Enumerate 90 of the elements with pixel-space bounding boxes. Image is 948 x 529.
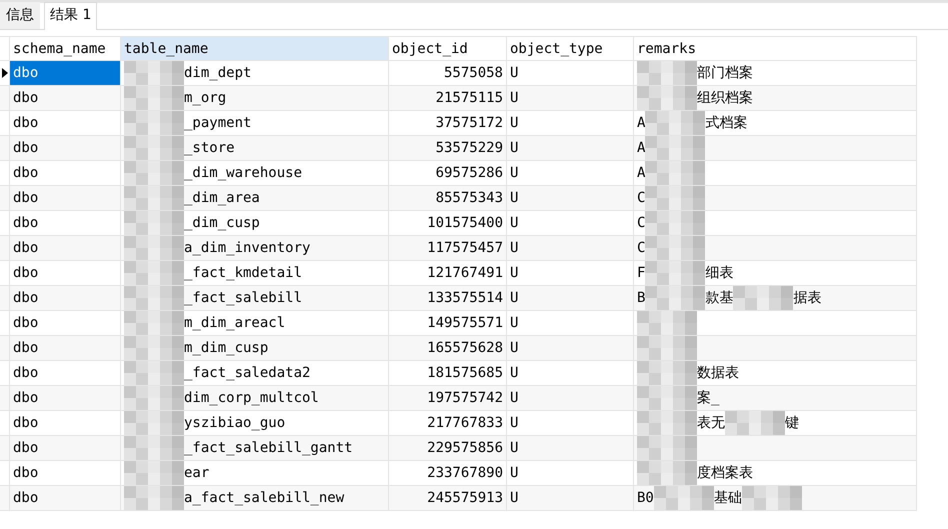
table-cell: 229575856 — [389, 436, 507, 461]
cell-text: 部门档案 — [697, 64, 753, 82]
column-header[interactable]: object_id — [389, 36, 507, 61]
row-header — [0, 486, 10, 511]
row-header — [0, 136, 10, 161]
table-cell: dbo — [10, 236, 121, 261]
table-cell: dbo — [10, 336, 121, 361]
table-cell: dbo — [10, 86, 121, 111]
table-cell: 133575514 — [389, 286, 507, 311]
row-header — [0, 311, 10, 336]
row-header — [0, 261, 10, 286]
row-header — [0, 436, 10, 461]
cell-text: 细表 — [705, 264, 734, 282]
tab[interactable]: 结果 1 — [44, 2, 98, 30]
table-cell: dbo — [10, 286, 121, 311]
cell-text: _fact_saledata2 — [184, 365, 310, 381]
cell-text: a_dim_inventory — [184, 240, 310, 256]
table-cell: U — [507, 336, 634, 361]
cell-text: A — [637, 165, 646, 181]
table-cell: 21575115 — [389, 86, 507, 111]
row-header — [0, 211, 10, 236]
cell-text: B0 — [637, 490, 654, 506]
table-cell: 245575913 — [389, 486, 507, 511]
cell-text: m_dim_areacl — [184, 315, 286, 331]
column-header[interactable]: remarks — [634, 36, 917, 61]
table-cell: dbo — [10, 436, 121, 461]
cell-text: _fact_kmdetail — [184, 265, 302, 281]
table-cell: U — [507, 386, 634, 411]
cell-text: _fact_salebill_gantt — [184, 440, 353, 456]
table-cell: U — [507, 236, 634, 261]
table-cell: U — [507, 286, 634, 311]
tab[interactable]: 信息 — [0, 2, 40, 29]
cell-text: 款基 — [705, 289, 734, 307]
column-header[interactable]: object_type — [507, 36, 634, 61]
row-header — [0, 336, 10, 361]
cell-text: 数据表 — [697, 364, 739, 382]
table-cell: 197575742 — [389, 386, 507, 411]
table-cell: 53575229 — [389, 136, 507, 161]
cell-text: A — [637, 115, 646, 131]
cell-text: 据表 — [793, 289, 822, 307]
cell-text: B — [637, 290, 646, 306]
cell-text: F — [637, 265, 646, 281]
cell-text: m_dim_cusp — [184, 340, 268, 356]
row-header — [0, 386, 10, 411]
table-cell: U — [507, 486, 634, 511]
table-cell: U — [507, 436, 634, 461]
cell-text: _store — [184, 140, 235, 156]
table-cell: dbo — [10, 186, 121, 211]
cell-text: C — [637, 215, 646, 231]
cell-text: m_org — [184, 90, 226, 106]
table-cell: dbo — [10, 136, 121, 161]
cell-text: C — [637, 240, 646, 256]
table-cell: U — [507, 136, 634, 161]
table-cell: 117575457 — [389, 236, 507, 261]
cell-text: A — [637, 140, 646, 156]
row-header — [0, 236, 10, 261]
row-header — [0, 186, 10, 211]
row-header — [0, 111, 10, 136]
cell-text: 键 — [785, 414, 799, 432]
row-header — [0, 461, 10, 486]
cell-text: _fact_salebill — [184, 290, 302, 306]
cell-text: 组织档案 — [697, 89, 753, 107]
table-cell: dbo — [10, 61, 121, 86]
cell-text: _dim_warehouse — [184, 165, 302, 181]
cell-text: _payment — [184, 115, 252, 131]
cell-text: dim_dept — [184, 65, 252, 81]
row-header — [0, 411, 10, 436]
column-header[interactable]: table_name — [121, 36, 389, 61]
table-cell: dbo — [10, 386, 121, 411]
column-header[interactable]: schema_name — [10, 36, 121, 61]
table-cell: U — [507, 186, 634, 211]
row-header — [0, 286, 10, 311]
cell-text: _dim_cusp — [184, 215, 260, 231]
cell-text: 度档案表 — [697, 464, 753, 482]
cell-text: C — [637, 190, 646, 206]
cell-text: _dim_area — [184, 190, 260, 206]
table-cell: dbo — [10, 486, 121, 511]
table-cell: 85575343 — [389, 186, 507, 211]
cell-text: 基础 — [714, 489, 742, 507]
row-header — [0, 161, 10, 186]
cell-text: 案_ — [697, 389, 720, 407]
cell-text: dim_corp_multcol — [184, 390, 319, 406]
table-cell: 165575628 — [389, 336, 507, 361]
cell-text: 式档案 — [705, 114, 748, 132]
row-header — [0, 361, 10, 386]
cell-text: 表无 — [697, 414, 725, 432]
cell-text: ear — [184, 465, 210, 481]
cell-text: a_fact_salebill_new — [184, 490, 344, 506]
cell-text: yszibiao_guo — [184, 415, 286, 431]
table-cell: U — [507, 86, 634, 111]
